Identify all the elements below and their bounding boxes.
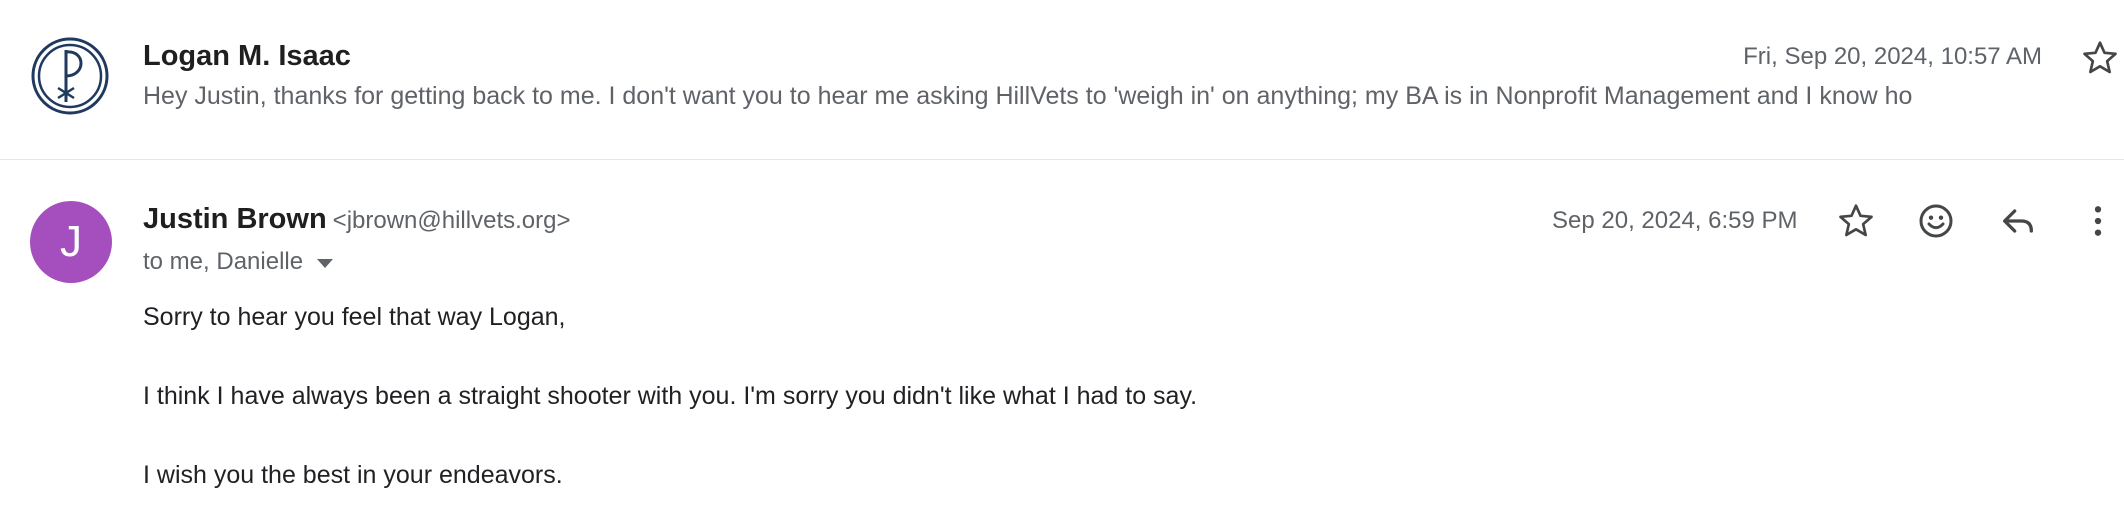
avatar: J (30, 201, 112, 283)
add-reaction-button[interactable] (1912, 197, 1960, 245)
more-options-button[interactable] (2074, 197, 2122, 245)
chevron-down-icon (317, 258, 334, 268)
star-button[interactable] (2080, 38, 2120, 78)
message-body-line: I wish you the best in your endeavors. (143, 461, 563, 489)
message-date: Sep 20, 2024, 6:59 PM (1552, 207, 1798, 234)
message-date: Fri, Sep 20, 2024, 10:57 AM (1743, 43, 2042, 70)
star-icon (2083, 41, 2117, 74)
sender-info: Justin Brown <jbrown@hillvets.org> (143, 203, 570, 236)
reply-icon (2003, 209, 2033, 233)
star-button[interactable] (1832, 197, 1880, 245)
message-divider (0, 159, 2124, 160)
star-icon (1839, 204, 1873, 237)
reply-button[interactable] (1994, 197, 2042, 245)
message-body-line: Sorry to hear you feel that way Logan, (143, 303, 566, 331)
chi-rho-logo-icon (31, 37, 109, 115)
sender-email: <jbrown@hillvets.org> (332, 207, 571, 234)
recipients-toggle[interactable]: to me, Danielle (143, 248, 334, 276)
message-body-line: I think I have always been a straight sh… (143, 382, 1198, 410)
recipients-text: to me, Danielle (143, 248, 304, 275)
sender-name: Logan M. Isaac (143, 40, 351, 72)
more-vert-icon (2094, 206, 2102, 236)
collapsed-message[interactable]: Logan M. Isaac Hey Justin, thanks for ge… (0, 0, 2124, 160)
message-snippet: Hey Justin, thanks for getting back to m… (143, 82, 1913, 110)
avatar (30, 36, 110, 116)
emoji-icon (1919, 204, 1953, 238)
sender-name: Justin Brown (143, 203, 327, 235)
